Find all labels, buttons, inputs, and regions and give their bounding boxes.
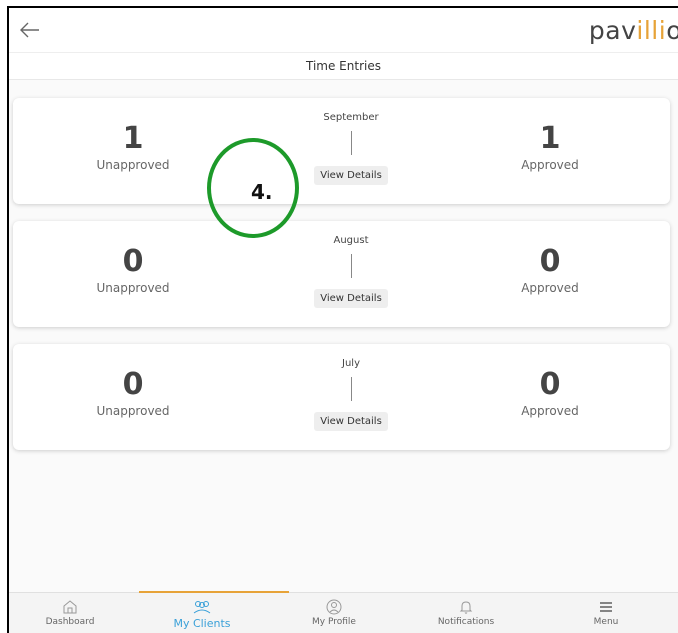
month-section: July View Details — [291, 358, 411, 431]
unapproved-section: 0 Unapproved — [53, 367, 213, 419]
app-header: pavillio — [9, 8, 678, 52]
unapproved-label: Unapproved — [96, 404, 170, 418]
nav-label: Menu — [593, 617, 619, 627]
time-entry-card-september: 1 Unapproved September View Details 1 Ap… — [13, 98, 670, 204]
approved-label: Approved — [521, 158, 579, 172]
approved-count: 0 — [539, 367, 561, 402]
bottom-nav: Dashboard My Clients My Profile Notifica… — [9, 591, 678, 633]
unapproved-section: 0 Unapproved — [53, 244, 213, 296]
view-details-button[interactable]: View Details — [314, 166, 388, 185]
unapproved-count: 1 — [122, 121, 144, 156]
nav-my-profile[interactable]: My Profile — [269, 593, 399, 633]
unapproved-count: 0 — [122, 244, 144, 279]
month-section: September View Details — [291, 112, 411, 185]
menu-icon — [600, 602, 612, 612]
back-arrow-icon[interactable] — [19, 20, 41, 40]
unapproved-label: Unapproved — [96, 158, 170, 172]
nav-notifications[interactable]: Notifications — [401, 593, 531, 633]
month-label: September — [323, 112, 379, 123]
nav-my-clients[interactable]: My Clients — [137, 593, 267, 633]
approved-label: Approved — [521, 404, 579, 418]
time-entry-card-august: 0 Unapproved August View Details 0 Appro… — [13, 221, 670, 327]
approved-count: 1 — [539, 121, 561, 156]
approved-section: 0 Approved — [470, 244, 630, 296]
nav-label: My Clients — [173, 617, 231, 630]
clients-icon — [193, 601, 211, 614]
unapproved-count: 0 — [122, 367, 144, 402]
divider-line — [350, 254, 352, 278]
view-details-button[interactable]: View Details — [314, 412, 388, 431]
month-label: July — [342, 358, 360, 369]
home-icon — [63, 600, 77, 614]
time-entry-card-july: 0 Unapproved July View Details 0 Approve… — [13, 344, 670, 450]
nav-label: My Profile — [312, 617, 356, 627]
month-label: August — [333, 235, 369, 246]
nav-menu[interactable]: Menu — [541, 593, 671, 633]
approved-section: 0 Approved — [470, 367, 630, 419]
divider-line — [350, 377, 352, 401]
bell-icon — [459, 601, 473, 614]
view-details-button[interactable]: View Details — [314, 289, 388, 308]
nav-label: Dashboard — [45, 617, 95, 627]
pavillio-logo: pavillio — [588, 16, 678, 45]
unapproved-section: 1 Unapproved — [53, 121, 213, 173]
approved-label: Approved — [521, 281, 579, 295]
nav-label: Notifications — [437, 617, 495, 627]
month-section: August View Details — [291, 235, 411, 308]
page-title: Time Entries — [9, 52, 678, 80]
profile-icon — [326, 599, 342, 615]
unapproved-label: Unapproved — [96, 281, 170, 295]
divider-line — [350, 131, 352, 155]
nav-dashboard[interactable]: Dashboard — [9, 593, 135, 633]
app-frame: g pavillio Time Entries 1 Unapproved Sep… — [7, 6, 678, 633]
approved-section: 1 Approved — [470, 121, 630, 173]
approved-count: 0 — [539, 244, 561, 279]
annotation-label: 4. — [251, 180, 273, 204]
